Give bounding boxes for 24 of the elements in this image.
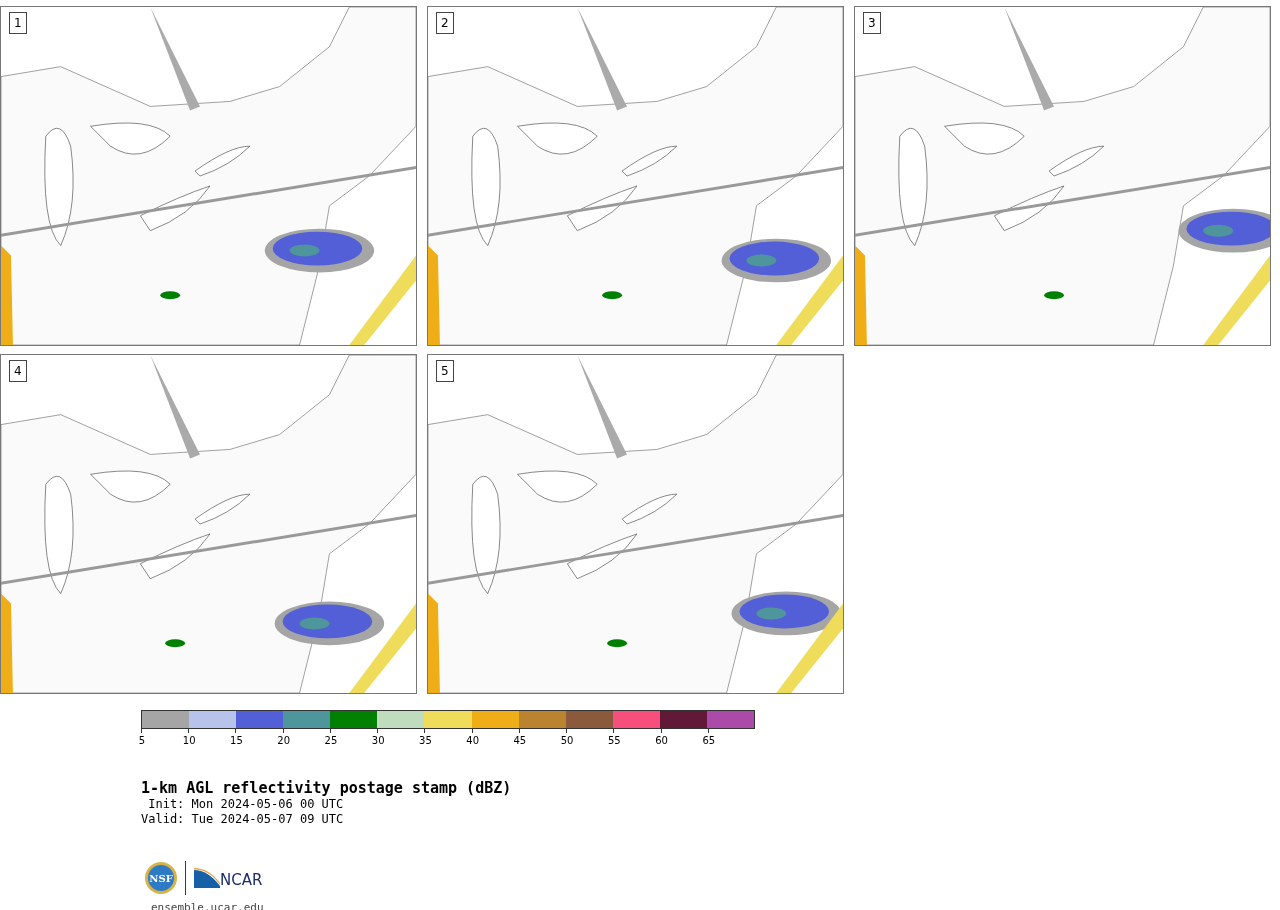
- tick-label: 20: [277, 735, 291, 746]
- ncar-wordmark: NCAR: [220, 873, 263, 888]
- tick-label: 65: [702, 735, 716, 746]
- tick-label: 15: [230, 735, 243, 746]
- tick-label: 35: [419, 735, 432, 746]
- tick-label: 30: [371, 735, 385, 746]
- valid-time: Valid: Tue 2024-05-07 09 UTC: [141, 812, 345, 827]
- tick-label: 5: [138, 735, 146, 746]
- seal-logo: NSF: [145, 862, 177, 894]
- tick-label: 55: [608, 735, 621, 746]
- chart-title: 1-km AGL reflectivity postage stamp (dBZ): [141, 779, 513, 797]
- swoosh-icon: [194, 868, 220, 888]
- panel-number: 1: [9, 12, 27, 34]
- init-time: Init: Mon 2024-05-06 00 UTC: [147, 797, 345, 812]
- panel-number: 5: [436, 360, 454, 382]
- tick-label: 45: [513, 735, 527, 746]
- tick-label: 25: [324, 735, 338, 746]
- tick-label: 50: [560, 735, 574, 746]
- panel-number: 3: [863, 12, 881, 34]
- tick-label: 40: [466, 735, 479, 746]
- panel-number: 4: [9, 360, 27, 382]
- panel-number: 2: [436, 12, 454, 34]
- tick-label: 10: [182, 735, 196, 746]
- tick-label: 60: [655, 735, 668, 746]
